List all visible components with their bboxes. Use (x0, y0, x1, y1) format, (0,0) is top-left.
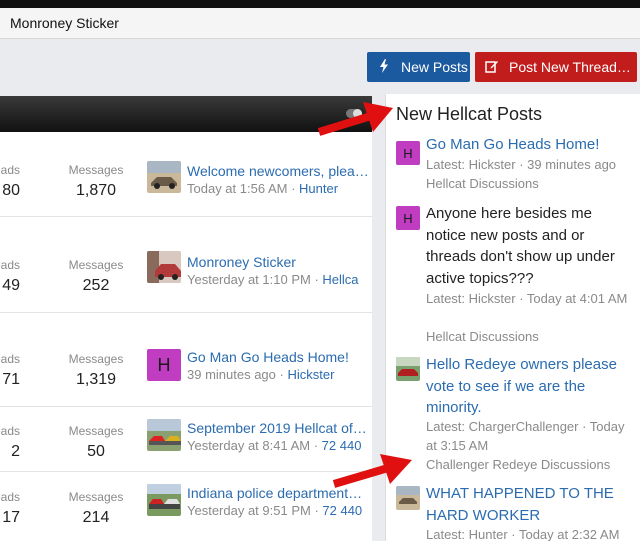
messages-stat: Messages 50 (62, 424, 130, 461)
threads-label: reads (0, 258, 20, 272)
latest-thread-link[interactable]: September 2019 Hellcat of… (187, 420, 372, 436)
messages-count: 252 (82, 277, 110, 294)
messages-count: 50 (87, 443, 105, 460)
threads-label: reads (0, 352, 20, 366)
threads-stat: reads 71 (0, 352, 20, 389)
messages-label: Messages (68, 490, 124, 504)
user-avatar[interactable] (396, 357, 420, 381)
thread-thumbnail[interactable] (147, 251, 181, 283)
post-forum[interactable]: Hellcat Discussions (426, 327, 631, 346)
messages-count: 1,319 (75, 371, 117, 388)
forum-list-panel: reads 80 Messages 1,870 Welcome newcomer… (0, 96, 372, 541)
latest-user-link[interactable]: Hickster (287, 367, 334, 382)
threads-stat: reads 2 (0, 424, 20, 461)
messages-stat: Messages 214 (62, 490, 130, 527)
post-new-thread-label: Post New Thread… (509, 59, 631, 75)
latest-thread-link[interactable]: Monroney Sticker (187, 254, 372, 270)
latest-time: Yesterday at 1:10 PM (187, 272, 311, 287)
latest-meta: Today at 1:56 AM · Hunter (187, 181, 339, 196)
messages-label: Messages (68, 163, 124, 177)
post-title-link[interactable]: Go Man Go Heads Home! (426, 134, 636, 156)
widget-title: New Hellcat Posts (396, 104, 543, 124)
messages-label: Messages (68, 424, 124, 438)
collapse-toggle[interactable] (346, 109, 362, 118)
post-meta: Latest: Hunter · Today at 2:32 AM (426, 527, 620, 541)
edit-icon (485, 59, 499, 76)
new-hellcat-posts-widget: New Hellcat Posts H Go Man Go Heads Home… (385, 94, 640, 541)
post-forum[interactable]: Challenger Redeye Discussions (426, 455, 631, 474)
post-title-text[interactable]: Anyone here besides me notice new posts … (426, 203, 636, 289)
forum-row: reads 49 Messages 252 Monroney Sticker Y… (0, 218, 372, 313)
threads-stat: reads 49 (0, 258, 20, 295)
messages-stat: Messages 1,319 (62, 352, 130, 389)
latest-user-link[interactable]: 72 440 (322, 503, 362, 518)
post-meta: Latest: Hickster · 39 minutes ago (426, 157, 617, 172)
latest-meta: Yesterday at 8:41 AM · 72 440 (187, 438, 362, 453)
latest-thread-link[interactable]: Go Man Go Heads Home! (187, 349, 372, 365)
threads-stat: reads 17 (0, 490, 20, 527)
new-posts-label: New Posts (401, 59, 468, 75)
title-bar: Monroney Sticker (0, 8, 640, 39)
thread-thumbnail[interactable] (147, 419, 181, 451)
messages-label: Messages (68, 352, 124, 366)
latest-user-link[interactable]: 72 440 (322, 438, 362, 453)
post-meta: Latest: ChargerChallenger · Today at 3:1… (426, 419, 625, 453)
messages-stat: Messages 252 (62, 258, 130, 295)
new-posts-button[interactable]: New Posts (367, 52, 470, 82)
latest-user-link[interactable]: Hellca (322, 272, 358, 287)
threads-count: 71 (2, 371, 20, 388)
post-title-link[interactable]: Hello Redeye owners please vote to see i… (426, 354, 636, 419)
thread-thumbnail[interactable] (147, 161, 181, 193)
bolt-icon (377, 58, 391, 76)
user-avatar[interactable]: H (396, 141, 420, 165)
latest-meta: Yesterday at 1:10 PM · Hellca (187, 272, 359, 287)
forum-row: reads 2 Messages 50 September 2019 Hellc… (0, 408, 372, 472)
forum-header-bar (0, 96, 372, 132)
latest-meta: 39 minutes ago · Hickster (187, 367, 335, 382)
messages-label: Messages (68, 258, 124, 272)
latest-thread-link[interactable]: Welcome newcomers, plea… (187, 163, 372, 179)
user-avatar[interactable]: H (396, 206, 420, 230)
latest-time: Today at 1:56 AM (187, 181, 288, 196)
latest-time: Yesterday at 8:41 AM (187, 438, 311, 453)
latest-user-link[interactable]: Hunter (299, 181, 338, 196)
forum-row: reads 71 Messages 1,319 H Go Man Go Head… (0, 314, 372, 407)
post-forum[interactable]: Hellcat Discussions (426, 174, 631, 193)
post-new-thread-button[interactable]: Post New Thread… (475, 52, 637, 82)
window-title: Monroney Sticker (10, 15, 119, 31)
threads-label: reads (0, 163, 20, 177)
latest-thread-link[interactable]: Indiana police department… (187, 485, 372, 501)
threads-label: reads (0, 424, 20, 438)
latest-time: Yesterday at 9:51 PM (187, 503, 311, 518)
threads-stat: reads 80 (0, 163, 20, 200)
forum-row: reads 80 Messages 1,870 Welcome newcomer… (0, 133, 372, 217)
latest-time: 39 minutes ago (187, 367, 276, 382)
post-title-link[interactable]: WHAT HAPPENED TO THE HARD WORKER (426, 483, 636, 526)
user-avatar[interactable]: H (147, 349, 181, 381)
threads-count: 49 (2, 277, 20, 294)
threads-count: 17 (2, 509, 20, 526)
threads-count: 2 (11, 443, 20, 460)
top-black-bar (0, 0, 640, 8)
user-avatar[interactable] (396, 486, 420, 510)
post-meta: Latest: Hickster · Today at 4:01 AM (426, 291, 628, 306)
latest-meta: Yesterday at 9:51 PM · 72 440 (187, 503, 363, 518)
messages-stat: Messages 1,870 (62, 163, 130, 200)
forum-row: reads 17 Messages 214 Indiana police dep… (0, 473, 372, 541)
thread-thumbnail[interactable] (147, 484, 181, 516)
threads-count: 80 (2, 182, 20, 199)
threads-label: reads (0, 490, 20, 504)
messages-count: 1,870 (75, 182, 117, 199)
messages-count: 214 (82, 509, 110, 526)
